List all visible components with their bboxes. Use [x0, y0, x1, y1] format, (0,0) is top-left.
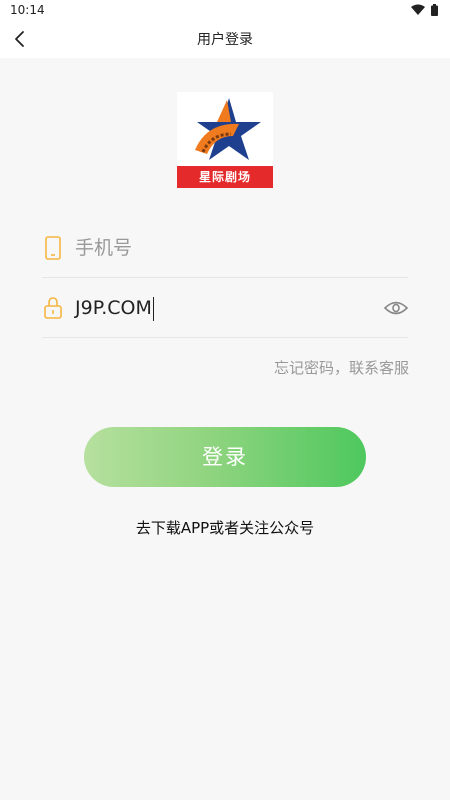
app-logo: 星际剧场	[177, 92, 273, 188]
lock-icon	[44, 297, 62, 319]
star-logo-icon	[195, 98, 261, 160]
login-button[interactable]: 登录	[84, 427, 366, 487]
password-input[interactable]: J9P.COM	[75, 294, 375, 322]
forgot-password-link[interactable]: 忘记密码，联系客服	[274, 357, 409, 378]
status-icons	[411, 3, 438, 16]
password-field[interactable]: J9P.COM	[42, 278, 408, 338]
battery-icon	[431, 3, 438, 16]
phone-field[interactable]: 手机号	[42, 218, 408, 278]
text-cursor	[152, 296, 154, 321]
password-value: J9P.COM	[75, 297, 152, 319]
status-time: 10:14	[10, 3, 45, 17]
phone-input[interactable]: 手机号	[75, 234, 375, 262]
status-bar: 10:14	[0, 0, 450, 20]
phone-icon	[45, 236, 61, 260]
logo-banner: 星际剧场	[177, 166, 273, 188]
app-header: 用户登录	[0, 20, 450, 58]
page-title: 用户登录	[197, 32, 253, 48]
wifi-icon	[411, 4, 425, 15]
eye-icon[interactable]	[384, 297, 408, 319]
download-app-link[interactable]: 去下载APP或者关注公众号	[0, 517, 450, 538]
